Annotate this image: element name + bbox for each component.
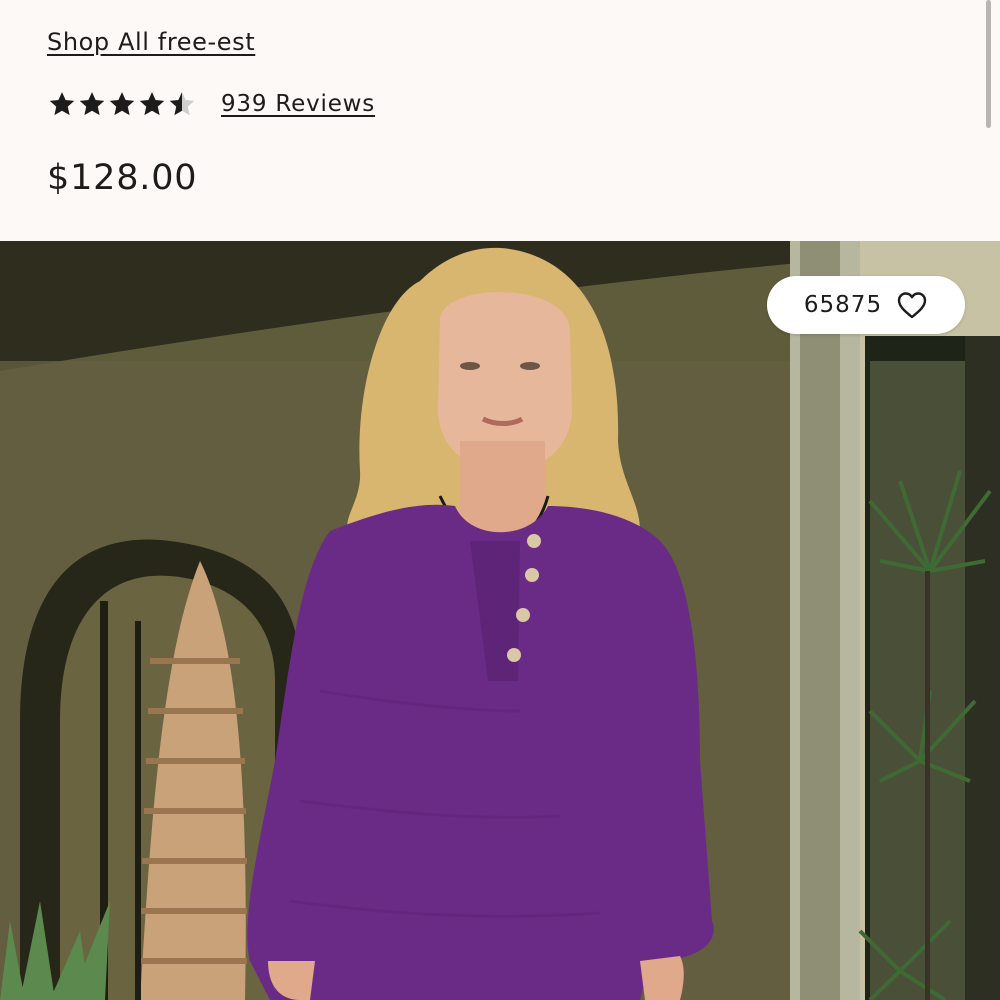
- product-header: Shop All free-est 939 Reviews $128.00: [0, 0, 1000, 241]
- like-button[interactable]: 65875: [767, 276, 965, 334]
- scrollbar[interactable]: [986, 0, 991, 128]
- like-count: 65875: [803, 292, 883, 318]
- star-full-icon: [139, 92, 165, 116]
- shop-all-link[interactable]: Shop All free-est: [47, 28, 255, 56]
- star-full-icon: [49, 92, 75, 116]
- product-photo: [0, 241, 1000, 1000]
- product-image[interactable]: [0, 241, 1000, 1000]
- rating-row: 939 Reviews: [47, 86, 375, 122]
- star-full-icon: [109, 92, 135, 116]
- star-half-icon: [169, 92, 195, 116]
- star-rating: [47, 89, 197, 119]
- product-price: $128.00: [47, 158, 198, 198]
- heart-outline-icon: [897, 292, 927, 319]
- reviews-link[interactable]: 939 Reviews: [221, 91, 375, 117]
- star-full-icon: [79, 92, 105, 116]
